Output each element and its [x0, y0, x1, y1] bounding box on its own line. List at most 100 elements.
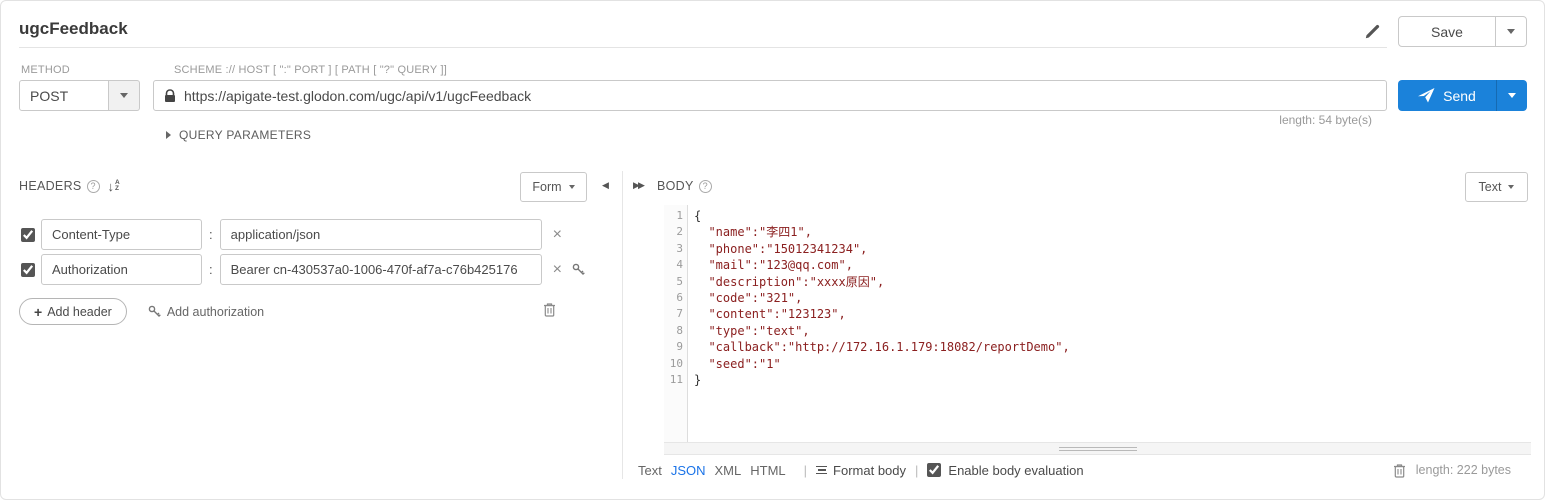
line-number-gutter: 1 2 3 4 5 6 7 8 9 10 11: [664, 205, 688, 442]
headers-section-header: HEADERS ? ↓ AZ: [19, 179, 120, 193]
collapse-headers-arrow-icon[interactable]: ◀: [602, 180, 609, 191]
panel-splitter[interactable]: [622, 171, 623, 479]
paper-plane-icon: [1418, 88, 1435, 103]
collapsed-arrow-icon: [166, 131, 171, 139]
line-number: 5: [664, 274, 687, 290]
chevron-down-icon: [1508, 185, 1514, 189]
enable-body-evaluation: Enable body evaluation: [927, 463, 1083, 478]
body-title: BODY: [657, 179, 694, 193]
chevron-down-icon: [569, 185, 575, 189]
lock-icon: [164, 89, 176, 103]
line-number: 9: [664, 339, 687, 355]
body-section-header: BODY ?: [657, 179, 712, 193]
line-number: 8: [664, 323, 687, 339]
title-divider: [19, 47, 1387, 48]
format-option-xml[interactable]: XML: [715, 463, 742, 478]
clear-headers-trash-icon[interactable]: [543, 302, 556, 317]
help-icon[interactable]: ?: [87, 180, 100, 193]
line-number: 10: [664, 356, 687, 372]
header-enabled-checkbox[interactable]: [21, 228, 35, 242]
code-line: }: [694, 372, 1531, 388]
format-option-json[interactable]: JSON: [671, 463, 706, 478]
method-select[interactable]: POST: [19, 80, 140, 111]
editor-resize-handle[interactable]: [664, 442, 1531, 455]
header-value-input[interactable]: [220, 219, 542, 250]
format-option-html[interactable]: HTML: [750, 463, 785, 478]
line-number: 11: [664, 372, 687, 388]
headers-view-mode-dropdown[interactable]: Form: [520, 172, 587, 202]
header-enabled-checkbox[interactable]: [21, 263, 35, 277]
method-dropdown-button[interactable]: [109, 80, 140, 111]
collapse-body-arrow-icon[interactable]: ▶: [638, 180, 645, 191]
line-number: 3: [664, 241, 687, 257]
remove-header-icon[interactable]: ×: [553, 262, 562, 278]
chevron-down-icon: [1508, 93, 1516, 98]
body-footer-toolbar: Text JSON XML HTML | Format body | Enabl…: [638, 456, 1531, 484]
body-length-info: length: 222 bytes: [1416, 463, 1511, 477]
page-title: ugcFeedback: [19, 19, 128, 39]
sort-az-icon[interactable]: ↓ AZ: [108, 180, 120, 193]
body-view-mode-dropdown[interactable]: Text: [1465, 172, 1528, 202]
body-footer-right: length: 222 bytes: [1393, 463, 1531, 478]
edit-title-pencil-icon[interactable]: [1363, 21, 1383, 41]
query-parameters-toggle[interactable]: QUERY PARAMETERS: [166, 128, 311, 142]
add-header-label: Add header: [47, 305, 112, 319]
code-line: {: [694, 208, 1531, 224]
scheme-label: SCHEME :// HOST [ ":" PORT ] [ PATH [ "?…: [174, 64, 447, 76]
line-number: 1: [664, 208, 687, 224]
chevron-down-icon: [1507, 29, 1515, 34]
url-length-info: length: 54 byte(s): [1279, 113, 1372, 127]
colon-separator: :: [209, 262, 213, 277]
help-icon[interactable]: ?: [699, 180, 712, 193]
save-button-label[interactable]: Save: [1399, 17, 1495, 46]
code-line: "content":"123123",: [694, 306, 1531, 322]
headers-title: HEADERS: [19, 179, 82, 193]
code-line: "callback":"http://172.16.1.179:18082/re…: [694, 339, 1531, 355]
send-dropdown-button[interactable]: [1496, 80, 1527, 111]
add-authorization-button[interactable]: Add authorization: [148, 305, 264, 319]
url-input[interactable]: https://apigate-test.glodon.com/ugc/api/…: [153, 80, 1387, 111]
format-body-button[interactable]: Format body: [816, 463, 906, 478]
code-line: "code":"321",: [694, 290, 1531, 306]
body-code-text[interactable]: { "name":"李四1", "phone":"15012341234", "…: [688, 205, 1531, 442]
headers-view-mode-label: Form: [532, 180, 561, 194]
header-name-input[interactable]: [41, 254, 202, 285]
body-view-mode-label: Text: [1479, 180, 1502, 194]
line-number: 7: [664, 306, 687, 322]
body-editor[interactable]: 1 2 3 4 5 6 7 8 9 10 11 { "name":"李四1", …: [664, 205, 1531, 442]
format-option-text[interactable]: Text: [638, 463, 662, 478]
save-dropdown-button[interactable]: [1495, 17, 1526, 46]
send-button-label: Send: [1443, 88, 1476, 104]
send-button[interactable]: Send: [1398, 80, 1527, 111]
code-line: "name":"李四1",: [694, 224, 1531, 240]
method-label: METHOD: [21, 64, 70, 76]
headers-actions-row: + Add header Add authorization: [19, 298, 264, 325]
url-text[interactable]: https://apigate-test.glodon.com/ugc/api/…: [184, 88, 531, 104]
add-header-button[interactable]: + Add header: [19, 298, 127, 325]
header-value-input[interactable]: [220, 254, 542, 285]
colon-separator: :: [209, 227, 213, 242]
save-button[interactable]: Save: [1398, 16, 1527, 47]
format-body-label: Format body: [833, 463, 906, 478]
send-button-main[interactable]: Send: [1398, 80, 1496, 111]
clear-body-trash-icon[interactable]: [1393, 463, 1406, 478]
request-editor-card: ugcFeedback Save METHOD SCHEME :// HOST …: [0, 0, 1545, 500]
header-row: : ×: [19, 219, 562, 250]
code-line: "phone":"15012341234",: [694, 241, 1531, 257]
plus-icon: +: [34, 304, 42, 320]
separator: |: [915, 463, 918, 478]
query-parameters-label: QUERY PARAMETERS: [179, 128, 311, 142]
code-line: "type":"text",: [694, 323, 1531, 339]
add-authorization-label: Add authorization: [167, 305, 264, 319]
header-name-input[interactable]: [41, 219, 202, 250]
method-value[interactable]: POST: [19, 80, 109, 111]
key-icon[interactable]: [572, 263, 585, 276]
line-number: 2: [664, 224, 687, 240]
separator: |: [804, 463, 807, 478]
header-row: : ×: [19, 254, 585, 285]
enable-body-evaluation-checkbox[interactable]: [927, 463, 941, 477]
code-line: "description":"xxxx原因",: [694, 274, 1531, 290]
chevron-down-icon: [120, 93, 128, 98]
enable-body-evaluation-label: Enable body evaluation: [948, 463, 1083, 478]
remove-header-icon[interactable]: ×: [553, 227, 562, 243]
